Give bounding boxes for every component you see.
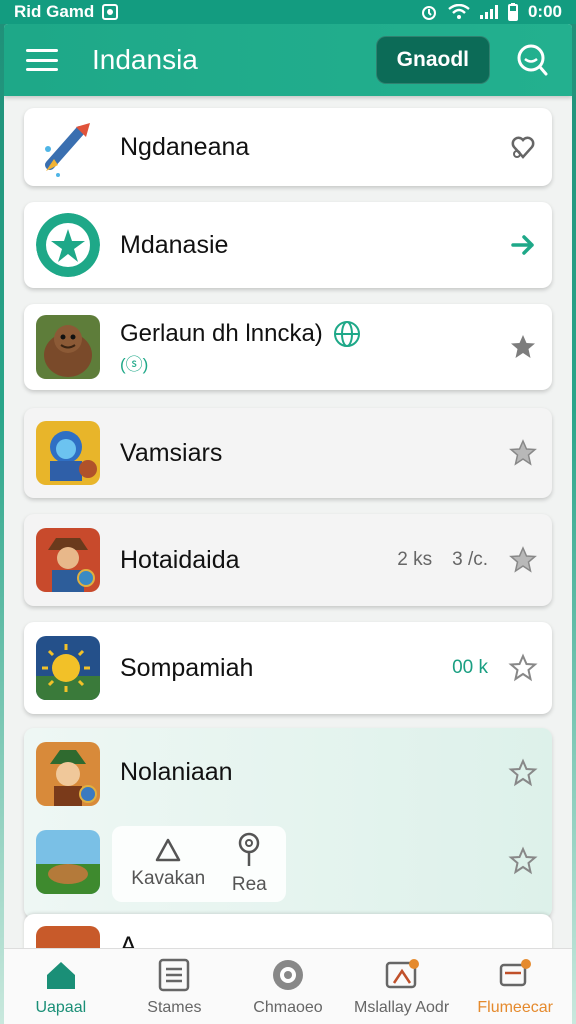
app-screen: Indansia Gnaodl Ngdaneana Mdanasie Gerla… — [4, 24, 572, 1024]
sub-action[interactable]: Kavakan — [131, 838, 205, 890]
warrior-game-icon — [36, 528, 100, 592]
menu-icon[interactable] — [26, 49, 58, 71]
item-title: Vamsiars — [120, 438, 223, 467]
item-size: 2 ks — [397, 549, 433, 570]
item-title: Sompamiah — [120, 653, 254, 682]
expanded-group[interactable]: Nolaniaan Kavakan Rea — [24, 728, 552, 918]
chat-bubble-icon[interactable] — [514, 42, 550, 78]
star-outline-icon[interactable] — [508, 758, 538, 788]
ogre-game-icon — [36, 315, 100, 379]
nav-cart[interactable]: Flumeecar — [458, 949, 572, 1024]
clock: 0:00 — [527, 2, 562, 21]
nav-label: Mslallay Aodr — [354, 998, 450, 1016]
nav-label: Stames — [147, 998, 202, 1016]
star-outline-icon[interactable] — [508, 545, 538, 575]
farm-game-icon — [36, 830, 100, 894]
item-title: Nolaniaan — [120, 758, 233, 786]
app-title: Indansia — [92, 44, 198, 75]
bottom-nav: Uapaal Stames Chmaoeo Mslallay Aodr Flum… — [4, 948, 572, 1024]
app-bar: Indansia Gnaodl — [4, 24, 572, 96]
item-title: Ngdaneana — [120, 132, 250, 161]
sub-action-label: Kavakan — [131, 868, 206, 889]
nav-discover[interactable]: Chmaoeo — [231, 949, 345, 1024]
list-item[interactable]: Mdanasie — [24, 202, 552, 288]
arrow-right-icon[interactable] — [508, 230, 538, 260]
nav-games[interactable]: Stames — [118, 949, 232, 1024]
star-outline-icon[interactable] — [508, 653, 538, 683]
item-title: Hotaidaida — [120, 545, 240, 574]
globe-icon — [333, 320, 360, 347]
warning-icon — [156, 838, 181, 862]
nav-home[interactable]: Uapaal — [4, 949, 118, 1024]
sub-action-label: Rea — [231, 874, 267, 895]
battery-icon — [507, 3, 518, 21]
location-pin-icon — [239, 832, 260, 866]
item-subtitle: (ⓢ) — [120, 354, 149, 374]
star-outline-icon[interactable] — [508, 438, 538, 468]
appbar-action-button[interactable]: Gnaodl — [375, 36, 490, 84]
wifi-icon — [448, 4, 470, 19]
photo-badge-icon — [385, 958, 419, 988]
star-icon[interactable] — [508, 332, 538, 362]
list-icon — [159, 958, 190, 991]
item-title: Mdanasie — [120, 230, 229, 259]
home-icon — [46, 961, 75, 989]
list-item[interactable]: Vamsiars — [24, 408, 552, 498]
list-item[interactable]: Sompamiah 00 k — [24, 622, 552, 714]
adventurer-game-icon — [36, 742, 100, 806]
list-item[interactable]: Hotaidaida 2 ks 3 /c. — [24, 514, 552, 606]
heart-icon[interactable] — [508, 132, 538, 162]
sub-actions: Kavakan Rea — [112, 826, 286, 902]
list-item[interactable]: Gerlaun dh lnncka) (ⓢ) — [24, 304, 552, 390]
nav-media[interactable]: Mslallay Aodr — [345, 949, 459, 1024]
star-badge-icon — [36, 213, 100, 277]
alarm-icon — [421, 6, 436, 20]
nav-label: Uapaal — [35, 998, 87, 1016]
hero-game-icon — [36, 421, 100, 485]
item-title: Gerlaun dh lnncka) — [120, 319, 323, 347]
rocket-icon — [45, 123, 90, 177]
disc-icon — [272, 959, 303, 990]
carrier-label: Rid Gamd — [14, 2, 95, 21]
status-bar: Rid Gamd 0:00 — [0, 0, 576, 24]
item-size: 00 k — [452, 657, 488, 678]
sun-game-icon — [36, 636, 100, 700]
nav-label: Chmaoeo — [253, 998, 323, 1016]
signal-icon — [479, 5, 498, 19]
item-count: 3 /c. — [452, 549, 488, 570]
notification-icon — [102, 4, 119, 20]
star-outline-icon[interactable] — [508, 846, 538, 876]
list-item[interactable]: Ngdaneana — [24, 108, 552, 186]
cart-badge-icon — [499, 958, 532, 986]
sub-action[interactable]: Rea — [232, 832, 267, 896]
nav-label: Flumeecar — [477, 998, 553, 1016]
